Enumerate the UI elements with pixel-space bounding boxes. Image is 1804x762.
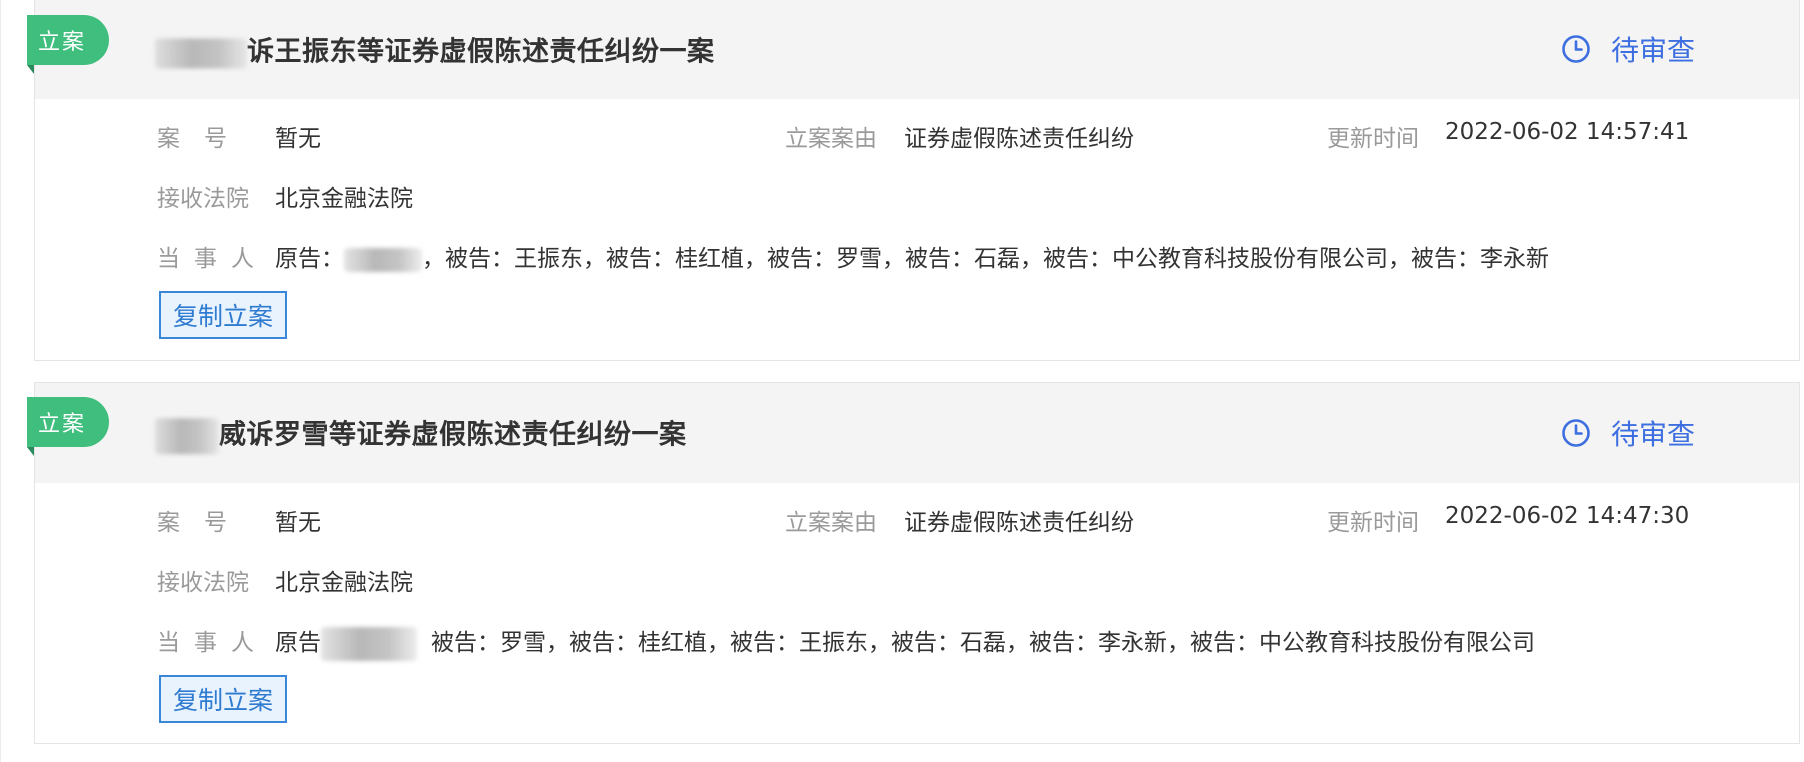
case-title-text: 威诉罗雪等证券虚假陈述责任纠纷一案 [219, 419, 687, 451]
status-text: 待审查 [1610, 418, 1695, 451]
case-status: 待审查 [1561, 29, 1695, 69]
update-time-value: 2022-06-02 14:57:41 [1445, 119, 1690, 145]
case-card-header: 诉王振东等证券虚假陈述责任纠纷一案 待审查 [35, 0, 1799, 99]
redacted-plaintiff [321, 626, 417, 661]
clock-icon [1561, 34, 1591, 64]
defendants-list: ，被告：王振东，被告：桂红植，被告：罗雪，被告：石磊，被告：中公教育科技股份有限… [422, 246, 1549, 272]
case-no-label: 案号 [157, 510, 251, 536]
update-time-value: 2022-06-02 14:47:30 [1445, 503, 1690, 529]
parties-label: 当事人 [157, 246, 268, 272]
cause-value: 证券虚假陈述责任纠纷 [904, 510, 1134, 536]
copy-case-button[interactable]: 复制立案 [159, 675, 287, 723]
cause-label: 立案案由 [785, 510, 877, 536]
case-title[interactable]: 诉王振东等证券虚假陈述责任纠纷一案 [155, 30, 715, 69]
status-text: 待审查 [1610, 34, 1695, 67]
case-no-value: 暂无 [275, 126, 321, 152]
cause-label: 立案案由 [785, 126, 877, 152]
court-value: 北京金融法院 [275, 186, 413, 212]
parties-label: 当事人 [157, 630, 268, 656]
case-no-label: 案号 [157, 126, 251, 152]
court-value: 北京金融法院 [275, 570, 413, 596]
case-title-text: 诉王振东等证券虚假陈述责任纠纷一案 [247, 36, 715, 68]
case-no-value: 暂无 [275, 510, 321, 536]
filing-tag: 立案 [27, 397, 109, 456]
parties-value: 原告 被告：罗雪，被告：桂红植，被告：王振东，被告：石磊，被告：李永新，被告：中公… [275, 623, 1535, 661]
redacted-plaintiff [344, 247, 422, 272]
filing-tag: 立案 [27, 15, 109, 74]
defendants-list: 被告：罗雪，被告：桂红植，被告：王振东，被告：石磊，被告：李永新，被告：中公教育… [431, 630, 1535, 656]
court-label: 接收法院 [157, 570, 249, 596]
copy-case-button[interactable]: 复制立案 [159, 291, 287, 339]
plaintiff-prefix: 原告： [275, 246, 344, 272]
case-title[interactable]: 威诉罗雪等证券虚假陈述责任纠纷一案 [155, 412, 687, 454]
clock-icon [1561, 418, 1591, 448]
plaintiff-prefix: 原告 [275, 630, 321, 656]
redacted-plaintiff-name [155, 417, 219, 454]
redacted-plaintiff-name [155, 38, 247, 68]
court-label: 接收法院 [157, 186, 249, 212]
update-time-label: 更新时间 [1327, 126, 1419, 152]
case-card: 威诉罗雪等证券虚假陈述责任纠纷一案 待审查 案号 暂无 立案案由 证券虚假陈述责… [34, 382, 1800, 744]
case-card-header: 威诉罗雪等证券虚假陈述责任纠纷一案 待审查 [35, 383, 1799, 483]
case-status: 待审查 [1561, 413, 1695, 453]
update-time-label: 更新时间 [1327, 510, 1419, 536]
parties-value: 原告： ，被告：王振东，被告：桂红植，被告：罗雪，被告：石磊，被告：中公教育科技股… [275, 239, 1549, 273]
cause-value: 证券虚假陈述责任纠纷 [904, 126, 1134, 152]
case-card: 诉王振东等证券虚假陈述责任纠纷一案 待审查 案号 暂无 立案案由 证券虚假陈述责… [34, 0, 1800, 361]
page-left-border [0, 0, 1, 762]
